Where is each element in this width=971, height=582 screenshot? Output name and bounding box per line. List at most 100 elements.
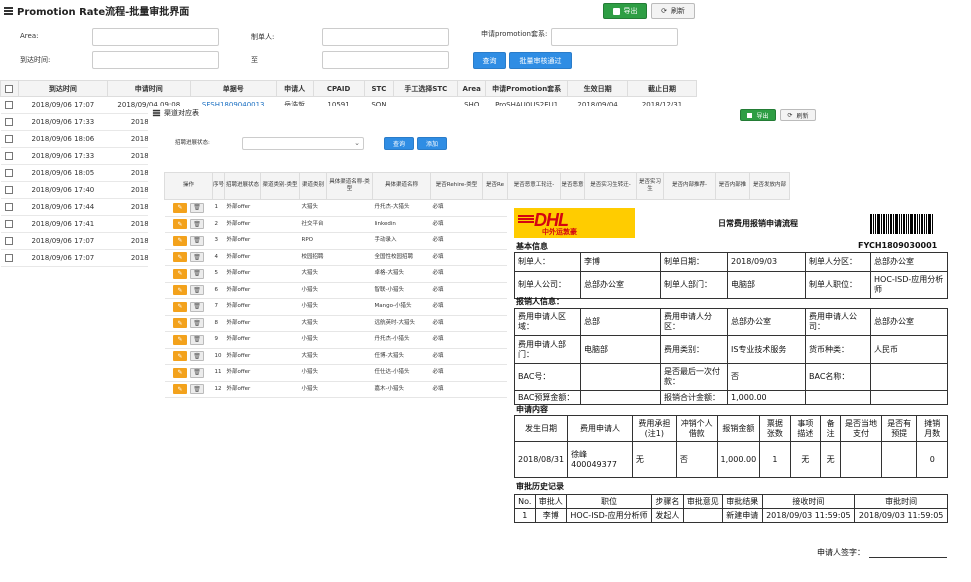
cell-channel: 小猎头	[299, 298, 327, 316]
edit-icon[interactable]: ✎	[173, 367, 187, 378]
export-button[interactable]: 导出	[603, 3, 647, 19]
cell-arrive: 2018/09/06 17:33	[18, 113, 108, 131]
delete-icon[interactable]: 🗑	[190, 334, 204, 345]
history-cell-6: 2018/09/03 11:59:05	[761, 508, 856, 523]
row-checkbox[interactable]	[5, 152, 14, 160]
cell-channel-type	[260, 249, 300, 266]
arrival-start-input[interactable]	[92, 51, 219, 69]
refresh-button[interactable]: ⟳ 刷新	[651, 3, 695, 19]
content-cell-7: 无	[820, 441, 842, 478]
delete-icon[interactable]: 🗑	[190, 235, 204, 246]
edit-icon[interactable]: ✎	[173, 318, 187, 329]
maker-value: 李博	[580, 252, 661, 272]
delete-icon[interactable]: 🗑	[190, 367, 204, 378]
cell-status: 外部offer	[224, 331, 261, 349]
delete-icon[interactable]: 🗑	[190, 384, 204, 395]
cell-arrive: 2018/09/06 17:33	[18, 147, 108, 165]
query-button[interactable]: 查询	[384, 137, 414, 150]
edit-icon[interactable]: ✎	[173, 252, 187, 263]
delete-icon[interactable]: 🗑	[190, 202, 204, 213]
col-intern: 是否实习生	[636, 172, 664, 200]
edit-icon[interactable]: ✎	[173, 268, 187, 279]
cell-arrive: 2018/09/06 17:07	[18, 96, 108, 114]
currency-label: 货币种类：	[805, 335, 871, 364]
maker-input[interactable]	[322, 28, 449, 46]
cell-rehire-type: 必填	[430, 249, 483, 266]
row-checkbox[interactable]	[5, 135, 14, 143]
cell-no: 10	[212, 348, 225, 365]
row-checkbox[interactable]	[5, 186, 14, 194]
cell-channel: 社交平台	[299, 216, 327, 233]
history-cell-2: HOC-ISD-应用分析师	[565, 508, 653, 523]
edit-icon[interactable]: ✎	[173, 219, 187, 230]
window-titlebar: Promotion Rate流程-批量审批界面	[0, 0, 697, 22]
cell-name-type	[326, 364, 373, 382]
edit-icon[interactable]: ✎	[173, 334, 187, 345]
delete-icon[interactable]: 🗑	[190, 351, 204, 362]
col-referral: 是否内部推	[715, 172, 750, 200]
area-input[interactable]	[92, 28, 219, 46]
bac-name-value	[870, 363, 948, 391]
row-checkbox[interactable]	[5, 169, 14, 177]
content-col-7: 备注	[820, 415, 842, 442]
row-checkbox[interactable]	[5, 203, 14, 211]
delete-icon[interactable]: 🗑	[190, 252, 204, 263]
arrival-label: 到达时间:	[20, 56, 51, 64]
select-all-checkbox[interactable]	[5, 84, 14, 93]
cell-name-type	[326, 232, 373, 250]
refresh-button[interactable]: ⟳ 刷新	[780, 109, 816, 121]
refresh-icon: ⟳	[787, 111, 793, 119]
refresh-icon: ⟳	[661, 7, 667, 15]
excel-icon	[612, 7, 620, 15]
cell-status: 外部offer	[224, 199, 261, 217]
row-checkbox[interactable]	[5, 254, 14, 262]
zone-label: 费用申请人分区：	[660, 308, 728, 336]
edit-icon[interactable]: ✎	[173, 384, 187, 395]
delete-icon[interactable]: 🗑	[190, 268, 204, 279]
row-checkbox[interactable]	[5, 237, 14, 245]
promotion-set-input[interactable]	[551, 28, 678, 46]
batch-approve-button[interactable]: 批量审核通过	[509, 52, 572, 69]
cell-status: 外部offer	[224, 381, 261, 398]
applicant-dept-label: 费用申请人部门：	[514, 335, 581, 364]
cell-arrive: 2018/09/06 18:06	[18, 130, 108, 148]
edit-icon[interactable]: ✎	[173, 235, 187, 246]
cell-no: 8	[212, 315, 225, 332]
delete-icon[interactable]: 🗑	[190, 301, 204, 312]
area-label: Area:	[20, 32, 39, 40]
edit-icon[interactable]: ✎	[173, 301, 187, 312]
col-rehire-type: 是否Rehire-类型	[430, 172, 483, 200]
cell-name-type	[326, 199, 373, 217]
col-rehire: 是否Re	[482, 172, 508, 200]
cell-name: 丹托杰-小猎头	[372, 331, 431, 349]
cell-channel-type	[260, 348, 300, 365]
row-checkbox[interactable]	[5, 101, 14, 109]
export-button[interactable]: 导出	[740, 109, 776, 121]
cell-name-type	[326, 331, 373, 349]
cell-name-type	[326, 216, 373, 233]
delete-icon[interactable]: 🗑	[190, 219, 204, 230]
content-col-1: 费用申请人	[567, 415, 633, 442]
content-cell-4: 1,000.00	[716, 441, 761, 478]
history-cell-0: 1	[514, 508, 536, 523]
cell-name: 智联-小猎头	[372, 282, 431, 299]
edit-icon[interactable]: ✎	[173, 285, 187, 296]
add-button[interactable]: 添加	[417, 137, 447, 150]
cell-status: 外部offer	[224, 265, 261, 283]
bac-no-value	[580, 363, 661, 391]
edit-icon[interactable]: ✎	[173, 351, 187, 362]
delete-icon[interactable]: 🗑	[190, 318, 204, 329]
cell-channel: 大猎头	[299, 315, 327, 332]
delete-icon[interactable]: 🗑	[190, 285, 204, 296]
promotion-set-label: 申请promotion套系:	[481, 30, 548, 38]
form-title: 日常费用报销申请流程	[718, 219, 798, 228]
arrival-end-input[interactable]	[322, 51, 449, 69]
content-col-5: 票据张数	[759, 415, 791, 442]
recruit-status-select[interactable]: ⌄	[242, 137, 364, 150]
row-checkbox[interactable]	[5, 220, 14, 228]
query-button[interactable]: 查询	[473, 52, 506, 69]
section-history: 审批历史记录	[516, 482, 564, 491]
section-content: 申请内容	[516, 405, 548, 414]
edit-icon[interactable]: ✎	[173, 202, 187, 213]
row-checkbox[interactable]	[5, 118, 14, 126]
